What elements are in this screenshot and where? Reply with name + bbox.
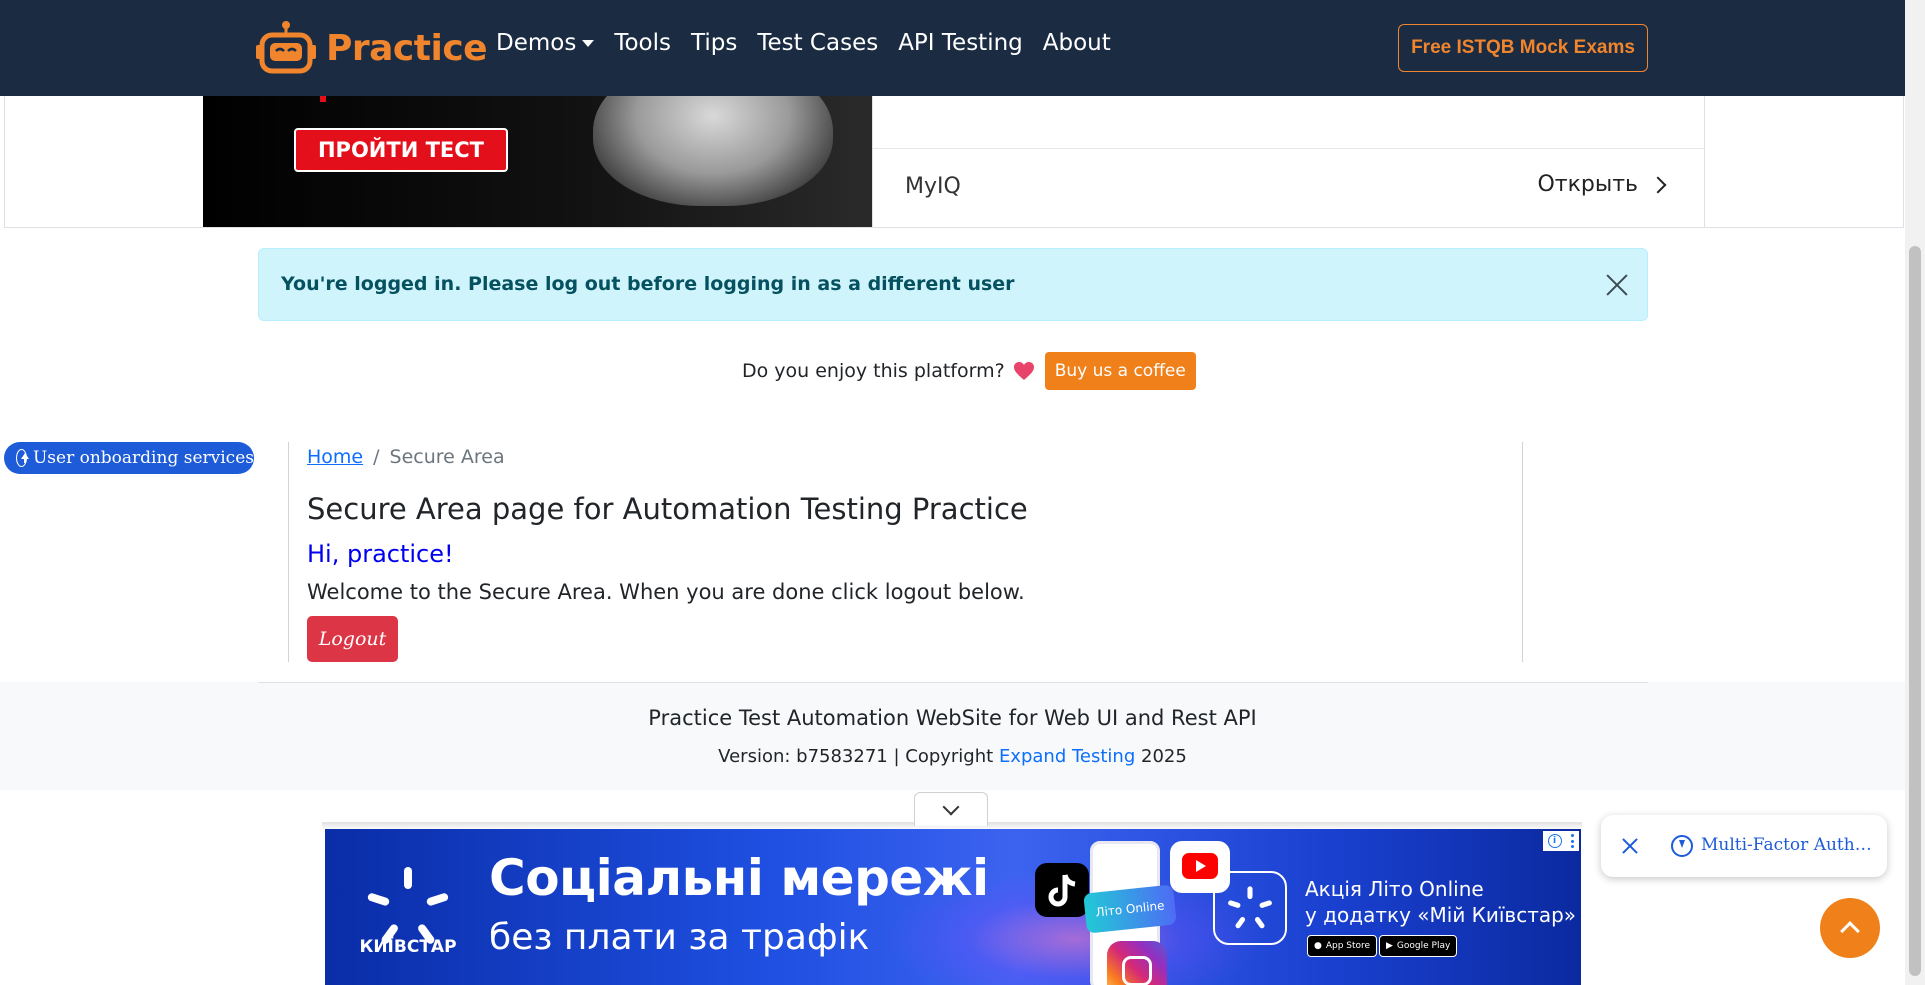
page-scrollbar[interactable] [1905, 0, 1925, 985]
ad-collapse-button[interactable] [914, 792, 988, 826]
breadcrumb-current: Secure Area [389, 446, 505, 468]
arrow-up-circle-icon [16, 449, 29, 467]
logout-button[interactable]: Logout [307, 616, 398, 662]
robot-logo-icon [256, 21, 316, 74]
app-store-label: App Store [1325, 941, 1371, 951]
top-ad-open-label: Открыть [1537, 172, 1638, 197]
nav-test-cases[interactable]: Test Cases [747, 30, 888, 56]
bottom-ad-headline: Соціальні мережі [489, 849, 989, 907]
top-ad-panel: MyIQ Открыть [872, 96, 1705, 227]
brand-link[interactable]: Practice [256, 16, 488, 80]
top-ad-statue-image [593, 96, 833, 206]
caret-down-icon [582, 39, 595, 47]
google-play-button[interactable]: ▶ Google Play [1379, 935, 1458, 957]
apple-icon: ● [1314, 941, 1322, 951]
expand-testing-link[interactable]: Expand Testing [999, 746, 1135, 767]
secure-area-content: Home / Secure Area Secure Area page for … [288, 442, 1523, 662]
buy-coffee-button[interactable]: Buy us a coffee [1044, 352, 1196, 390]
nav-links: Demos Tools Tips Test Cases API Testing … [486, 30, 1121, 56]
google-play-label: Google Play [1396, 941, 1451, 951]
breadcrumb: Home / Secure Area [307, 446, 505, 468]
take-test-button[interactable]: ПРОЙТИ ТЕСТ [294, 128, 508, 172]
close-icon[interactable] [1621, 837, 1639, 855]
google-play-icon: ▶ [1386, 941, 1393, 951]
heart-icon [1013, 362, 1034, 380]
user-onboarding-label: User onboarding services [32, 448, 254, 468]
footer-title: Practice Test Automation WebSite for Web… [648, 706, 1257, 730]
nav-tools[interactable]: Tools [604, 30, 681, 56]
top-ad-banner[interactable]: ПРОЙТИ ТЕСТ MyIQ Открыть [4, 96, 1904, 228]
instagram-ring [1122, 956, 1152, 985]
ad-choices[interactable]: i [1543, 831, 1579, 851]
top-ad-red-mark [320, 96, 326, 102]
top-ad-item-label: MyIQ [905, 174, 961, 199]
close-icon[interactable] [1605, 273, 1629, 297]
youtube-play-icon [1196, 860, 1206, 872]
footer-version-text: Version: b7583271 | Copyright [718, 746, 994, 767]
logged-in-alert: You're logged in. Please log out before … [258, 248, 1648, 321]
nav-demos[interactable]: Demos [486, 30, 604, 56]
bottom-ad-banner[interactable]: КИЇВСТАР Соціальні мережі без плати за т… [325, 829, 1581, 985]
instagram-icon [1107, 941, 1167, 985]
nav-api-testing[interactable]: API Testing [888, 30, 1033, 56]
user-greeting: Hi, practice! [307, 540, 454, 568]
mfa-widget[interactable]: Multi-Factor Auth… [1601, 815, 1887, 877]
alert-message: You're logged in. Please log out before … [281, 273, 1015, 295]
user-onboarding-button[interactable]: User onboarding services [4, 442, 254, 474]
istqb-mock-exams-button[interactable]: Free ISTQB Mock Exams [1398, 24, 1648, 72]
bottom-ad-promo-line2: у додатку «Мій Київстар» [1305, 903, 1577, 927]
welcome-message: Welcome to the Secure Area. When you are… [307, 580, 1025, 604]
page-title: Secure Area page for Automation Testing … [307, 492, 1028, 526]
top-ad-open-link[interactable]: Открыть [1537, 172, 1667, 197]
kyivstar-brand-text: КИЇВСТАР [359, 937, 457, 957]
footer-divider [258, 682, 1648, 683]
info-icon[interactable]: i [1547, 834, 1562, 848]
navbar: Practice Demos Tools Tips Test Cases API… [0, 0, 1905, 96]
nav-demos-label: Demos [496, 30, 577, 56]
tiktok-icon [1035, 863, 1089, 917]
support-prompt-text: Do you enjoy this platform? [742, 360, 1005, 382]
scrollbar-thumb[interactable] [1909, 246, 1921, 976]
chevron-down-icon [942, 798, 960, 815]
bottom-ad-subline: без плати за трафік [489, 917, 870, 958]
brand-name: Practice [326, 27, 488, 69]
kyivstar-app-icon [1213, 871, 1287, 945]
footer: Practice Test Automation WebSite for Web… [0, 682, 1905, 790]
bottom-ad-promo-line1: Акція Літо Online [1305, 877, 1484, 901]
support-prompt: Do you enjoy this platform? Buy us a cof… [742, 352, 1196, 390]
mfa-widget-label[interactable]: Multi-Factor Auth… [1701, 835, 1872, 855]
breadcrumb-separator: / [373, 446, 380, 468]
nav-about[interactable]: About [1033, 30, 1121, 56]
more-options-icon[interactable] [1570, 834, 1575, 848]
scroll-to-top-button[interactable] [1820, 898, 1880, 958]
nav-tips[interactable]: Tips [681, 30, 747, 56]
top-ad-image[interactable]: ПРОЙТИ ТЕСТ [203, 96, 873, 227]
bolt-circle-icon [1671, 835, 1693, 857]
breadcrumb-home-link[interactable]: Home [307, 446, 363, 468]
footer-year: 2025 [1141, 746, 1187, 767]
chevron-right-icon [1649, 176, 1667, 193]
app-store-button[interactable]: ● App Store [1307, 935, 1378, 957]
footer-version: Version: b7583271 | Copyright Expand Tes… [0, 746, 1905, 767]
top-ad-divider [873, 148, 1704, 149]
chevron-up-icon [1840, 921, 1860, 941]
